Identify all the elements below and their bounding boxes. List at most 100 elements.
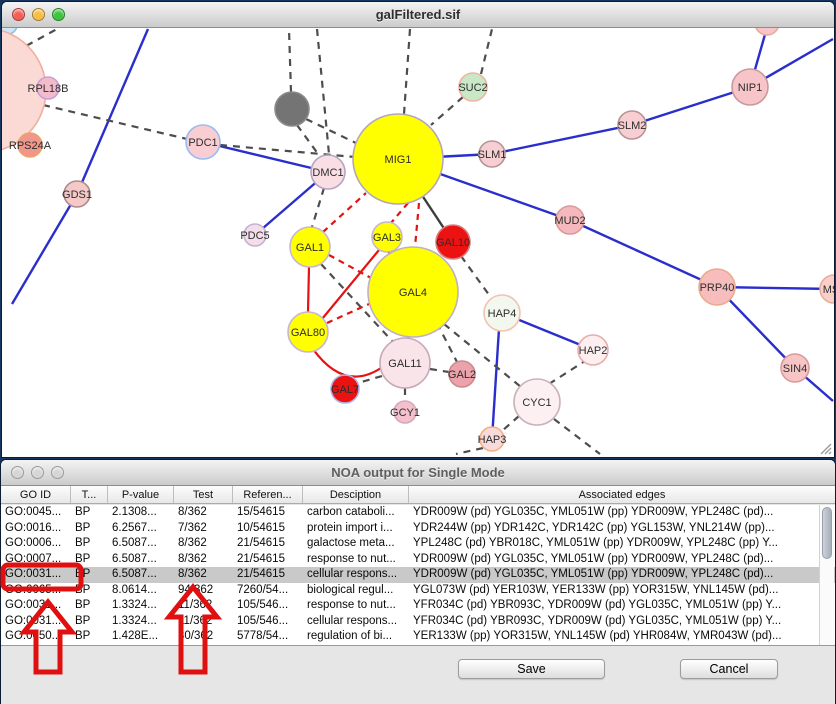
table-cell: 21/54615 — [233, 567, 303, 583]
table-cell: 11/362 — [174, 614, 233, 630]
node-label: HAP3 — [478, 434, 507, 446]
node-label: MIG1 — [385, 154, 412, 166]
node-label: GAL7 — [331, 384, 359, 396]
cancel-button[interactable]: Cancel — [680, 659, 778, 679]
network-canvas[interactable]: RPL18BRPS24AGDS1PDC1DMC1MIG1SUC2SLM1SLM2… — [2, 28, 834, 457]
table-row[interactable]: GO:0031...BP1.3324...11/362105/546...cel… — [1, 614, 835, 630]
node-label: RPS24A — [9, 140, 52, 152]
table-cell: 1.3324... — [108, 614, 174, 630]
table-cell: GO:0045... — [1, 505, 71, 521]
network-edge[interactable] — [492, 313, 500, 439]
table-cell: 8/362 — [174, 567, 233, 583]
table-cell: GO:0031... — [1, 567, 71, 583]
table-cell: BP — [71, 614, 108, 630]
table-cell: biological regul... — [303, 583, 409, 599]
network-edge[interactable] — [317, 29, 329, 154]
noa-traffic-lights — [11, 466, 64, 479]
table-cell: BP — [71, 521, 108, 537]
vertical-scrollbar[interactable] — [819, 505, 834, 645]
network-edge[interactable] — [289, 29, 291, 92]
network-edge[interactable] — [312, 188, 324, 227]
table-cell: carbon cataboli... — [303, 505, 409, 521]
table-cell: 6.5087... — [108, 536, 174, 552]
network-edge[interactable] — [549, 361, 585, 384]
network-edge[interactable] — [77, 29, 148, 194]
node-label: GAL3 — [373, 232, 401, 244]
resize-grip-icon[interactable] — [818, 441, 832, 455]
network-edge[interactable] — [313, 349, 381, 377]
network-edge[interactable] — [456, 448, 483, 454]
table-cell: GO:0031... — [1, 598, 71, 614]
column-header-pvalue[interactable]: P-value — [108, 486, 174, 503]
network-edge[interactable] — [308, 267, 309, 312]
column-header-desciption[interactable]: Desciption — [303, 486, 409, 503]
node-label: HAP4 — [488, 308, 517, 320]
table-row[interactable]: GO:0065...BP8.0614...94/3627260/54...bio… — [1, 583, 835, 599]
column-header-goid[interactable]: GO ID — [1, 486, 71, 503]
table-cell: 1.3324... — [108, 598, 174, 614]
network-edge[interactable] — [12, 194, 77, 304]
network-edge[interactable] — [203, 142, 328, 172]
network-edge[interactable] — [43, 105, 187, 139]
node-unlabeled[interactable] — [755, 28, 779, 35]
node-label: DMC1 — [312, 167, 343, 179]
table-cell: 80/362 — [174, 629, 233, 645]
node-label: MSL — [823, 284, 834, 296]
column-header-t[interactable]: T... — [71, 486, 108, 503]
network-edge[interactable] — [554, 419, 600, 454]
zoom-button[interactable] — [52, 8, 65, 21]
table-cell: YPL248C (pd) YBR018C, YML051W (pp) YDR00… — [409, 536, 835, 552]
save-button[interactable]: Save — [458, 659, 605, 679]
network-window-titlebar[interactable]: galFiltered.sif — [2, 2, 834, 28]
network-edge[interactable] — [431, 97, 463, 125]
minimize-button[interactable] — [32, 8, 45, 21]
node-label: GDS1 — [62, 189, 92, 201]
network-edge[interactable] — [415, 203, 419, 247]
table-cell: 94/362 — [174, 583, 233, 599]
table-cell: BP — [71, 583, 108, 599]
table-row[interactable]: GO:0031...BP6.5087...8/36221/54615cellul… — [1, 567, 835, 583]
node-label: PDC1 — [188, 137, 217, 149]
table-cell: GO:0016... — [1, 521, 71, 537]
zoom-button-inactive[interactable] — [51, 466, 64, 479]
column-header-referen[interactable]: Referen... — [233, 486, 303, 503]
scrollbar-thumb[interactable] — [822, 507, 832, 559]
column-header-test[interactable]: Test — [174, 486, 233, 503]
table-row[interactable]: GO:0007...BP6.5087...8/36221/54615respon… — [1, 552, 835, 568]
table-row[interactable]: GO:0006...BP6.5087...8/36221/54615galact… — [1, 536, 835, 552]
table-row[interactable]: GO:0031...BP1.3324...11/362105/546...res… — [1, 598, 835, 614]
table-cell: cellular respons... — [303, 614, 409, 630]
network-edge[interactable] — [492, 125, 632, 154]
noa-window-titlebar[interactable]: NOA output for Single Mode — [1, 460, 835, 486]
minimize-button-inactive[interactable] — [31, 466, 44, 479]
network-edge[interactable] — [391, 203, 408, 223]
network-edge[interactable] — [461, 256, 492, 299]
table-row[interactable]: GO:0045...BP2.1308...8/36215/54615carbon… — [1, 505, 835, 521]
table-row[interactable]: GO:0050...BP1.428E...80/3625778/54...reg… — [1, 629, 835, 645]
node-label: NIP1 — [738, 82, 762, 94]
table-cell: 6.5087... — [108, 567, 174, 583]
table-cell: 2.1308... — [108, 505, 174, 521]
network-edge[interactable] — [502, 416, 519, 431]
close-button-inactive[interactable] — [11, 466, 24, 479]
network-edge[interactable] — [323, 193, 366, 232]
close-button[interactable] — [12, 8, 25, 21]
network-traffic-lights — [12, 8, 65, 21]
node-unlabeled[interactable] — [275, 92, 309, 126]
table-cell: BP — [71, 536, 108, 552]
network-edge[interactable] — [306, 119, 358, 144]
node-label: GAL1 — [296, 242, 324, 254]
table-cell: BP — [71, 629, 108, 645]
network-edge[interactable] — [430, 369, 449, 372]
results-table-header: GO IDT...P-valueTestReferen...Desciption… — [1, 486, 835, 504]
column-header-associatededges[interactable]: Associated edges — [409, 486, 835, 503]
node-label: SLM2 — [618, 120, 647, 132]
network-edge[interactable] — [481, 29, 492, 74]
table-row[interactable]: GO:0016...BP6.2567...7/36210/54615protei… — [1, 521, 835, 537]
node-label: SLM1 — [478, 149, 507, 161]
node-label: GCY1 — [390, 407, 420, 419]
network-edge[interactable] — [404, 29, 410, 114]
table-cell: 105/546... — [233, 598, 303, 614]
node-label: MUD2 — [554, 215, 585, 227]
network-edge[interactable] — [570, 220, 717, 287]
